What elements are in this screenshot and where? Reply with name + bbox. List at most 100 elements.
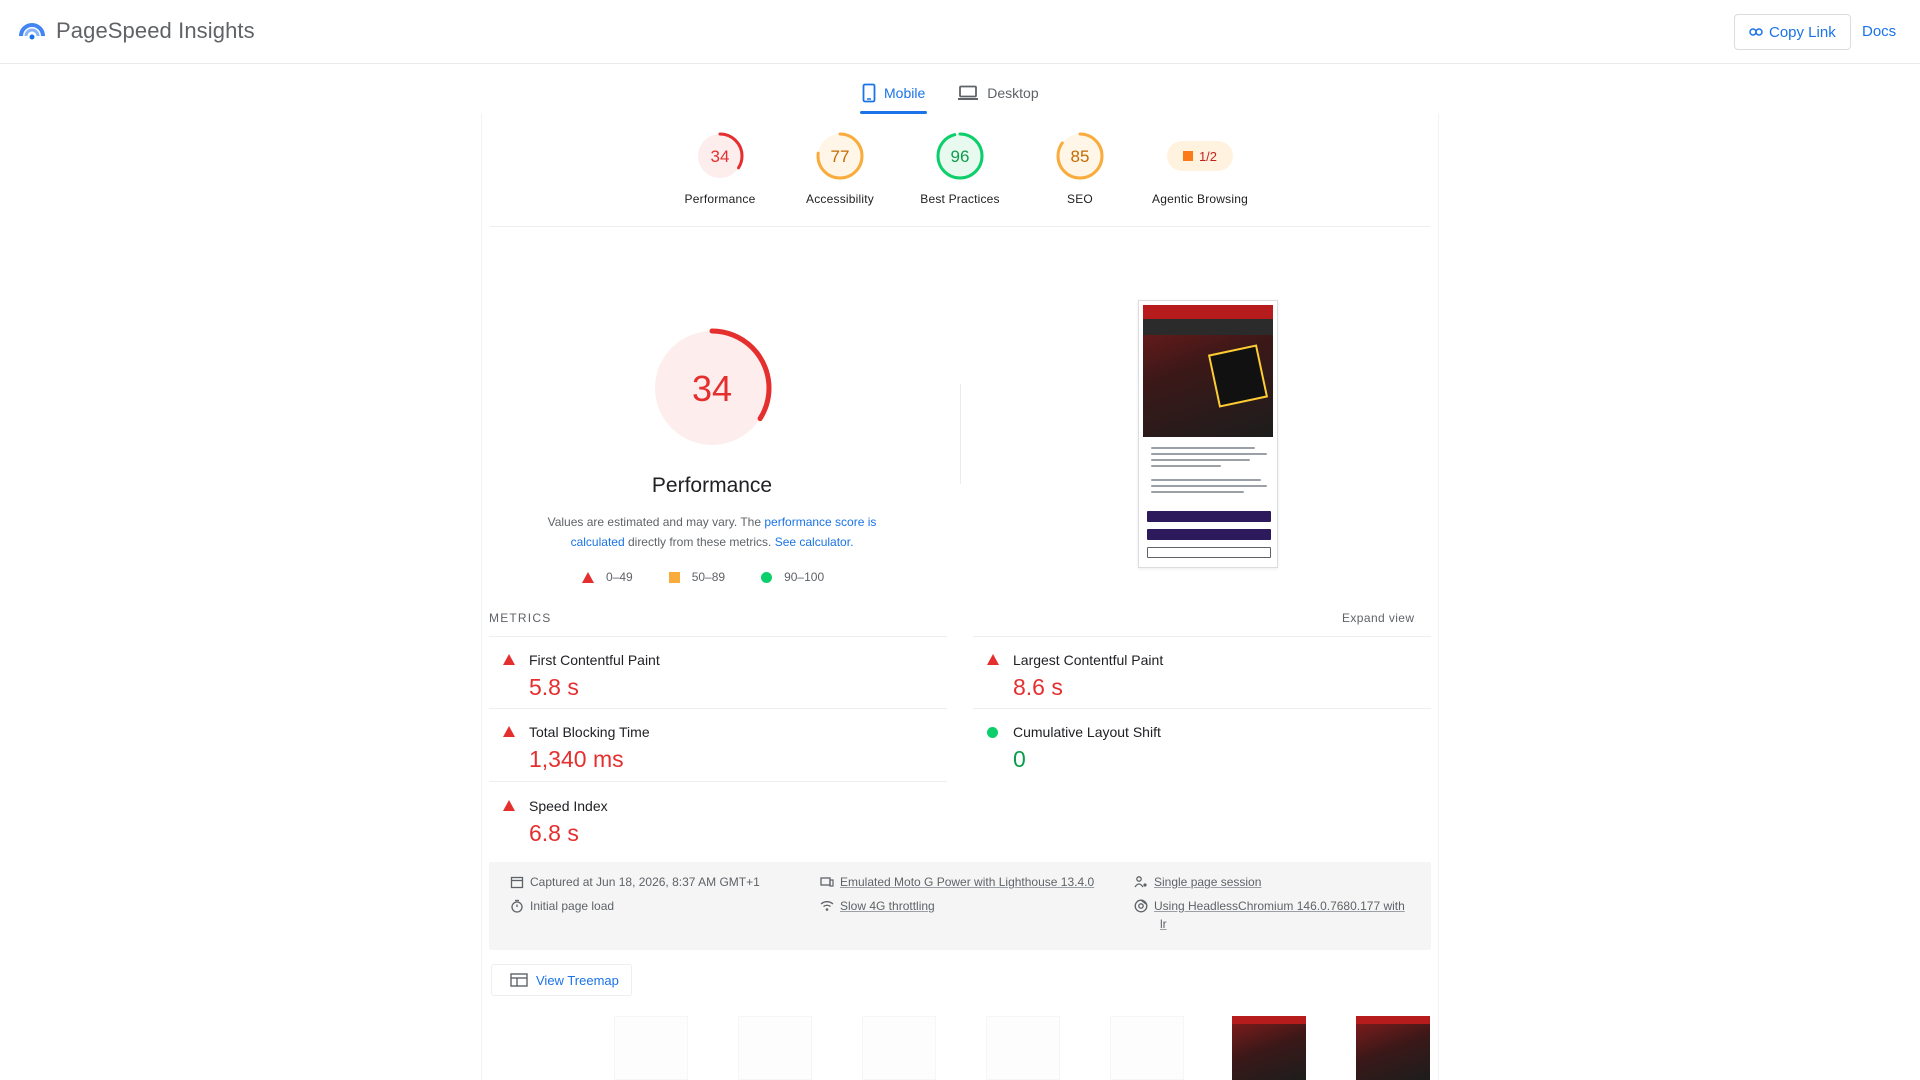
divider (489, 708, 947, 709)
single-page-session[interactable]: Single page session (1134, 873, 1261, 891)
tab-desktop-label: Desktop (987, 85, 1039, 101)
screenshot-button (1147, 529, 1271, 540)
gauge-score: 34 (711, 147, 730, 166)
metric-value: 8.6 s (1013, 674, 1063, 700)
gauge-agentic-browsing[interactable]: 1/2 Agentic Browsing (1140, 130, 1260, 206)
metric-name: Speed Index (529, 798, 608, 814)
captured-at: Captured at Jun 18, 2026, 8:37 AM GMT+1 (510, 873, 760, 891)
expand-view-toggle[interactable]: Expand view (1342, 611, 1414, 625)
divider (489, 636, 947, 637)
score-gauge: 77 (816, 132, 864, 180)
metric-name: Cumulative Layout Shift (1013, 724, 1161, 740)
gauge-best-practices[interactable]: 96 Best Practices (900, 130, 1020, 206)
performance-big-gauge: 34 (652, 328, 772, 448)
screenshot-text (1151, 447, 1267, 497)
metrics-heading: METRICS (489, 611, 552, 625)
score-gauge: 34 (696, 132, 744, 180)
gauge-accessibility[interactable]: 77 Accessibility (780, 130, 900, 206)
gauge-label: Performance (684, 192, 756, 206)
top-bar: PageSpeed Insights Copy Link Docs (0, 0, 1920, 64)
red-triangle-icon (503, 800, 515, 811)
metric-name: First Contentful Paint (529, 652, 660, 668)
legend-label: 0–49 (606, 570, 633, 584)
performance-title: Performance (651, 474, 773, 497)
filmstrip-frame (738, 1016, 812, 1080)
performance-score: 34 (692, 368, 732, 409)
devices-icon (820, 877, 834, 887)
laptop-icon (958, 85, 979, 100)
browser-text: Using HeadlessChromium 146.0.7680.177 wi… (1154, 897, 1405, 933)
text-line (1151, 453, 1267, 455)
user-session-icon (1134, 876, 1147, 888)
metric-value: 5.8 s (529, 674, 579, 700)
browser-text-line2: lr (1160, 917, 1167, 931)
gauge-seo[interactable]: 85 SEO (1020, 130, 1140, 206)
throttling-text: Slow 4G throttling (840, 899, 935, 913)
score-legend: 0–49 50–89 90–100 (582, 570, 824, 584)
view-treemap-button[interactable]: View Treemap (491, 964, 632, 996)
green-circle-icon (987, 726, 998, 738)
network-throttling[interactable]: Slow 4G throttling (820, 897, 935, 915)
treemap-icon (510, 973, 528, 987)
screenshot-nav (1143, 305, 1273, 319)
pagespeed-logo-icon (19, 23, 45, 40)
agentic-score-pill: 1/2 (1167, 141, 1233, 171)
final-screenshot[interactable] (1138, 300, 1278, 568)
text-line (1151, 485, 1267, 487)
gauge-performance[interactable]: 34 Performance (660, 130, 780, 206)
calendar-icon (510, 876, 524, 889)
see-calculator-link[interactable]: See calculator. (775, 535, 854, 549)
divider (960, 384, 961, 484)
copy-link-button[interactable]: Copy Link (1734, 14, 1851, 50)
green-circle-icon (761, 571, 773, 583)
metric-total-blocking-time: Total Blocking Time 1,340 ms (489, 720, 929, 790)
red-triangle-icon (987, 654, 999, 665)
link-icon (1749, 28, 1763, 36)
filmstrip-frame (1356, 1016, 1430, 1080)
divider (490, 226, 1430, 227)
text-line (1151, 465, 1221, 467)
desc-text: Values are estimated and may vary. The (547, 515, 765, 529)
orange-square-icon (668, 571, 680, 583)
treemap-label: View Treemap (536, 972, 619, 988)
legend-label: 90–100 (784, 570, 825, 584)
legend-label: 50–89 (691, 570, 726, 584)
emulated-device[interactable]: Emulated Moto G Power with Lighthouse 13… (820, 873, 1094, 891)
browser-version[interactable]: Using HeadlessChromium 146.0.7680.177 wi… (1134, 897, 1424, 933)
agentic-score: 1/2 (1198, 148, 1218, 164)
brand[interactable]: PageSpeed Insights (18, 18, 255, 44)
session-text: Single page session (1154, 875, 1262, 889)
filmstrip-frame (1110, 1016, 1184, 1080)
tab-mobile-label: Mobile (884, 85, 926, 101)
orange-square-icon (1182, 151, 1193, 161)
text-line (1151, 447, 1256, 449)
tab-desktop[interactable]: Desktop (955, 74, 1040, 112)
filmstrip-frame (862, 1016, 936, 1080)
metric-speed-index: Speed Index 6.8 s (489, 794, 929, 864)
copy-link-label: Copy Link (1769, 23, 1836, 41)
metric-name: Total Blocking Time (529, 724, 650, 740)
gauge-score: 85 (1071, 147, 1090, 166)
metric-value: 1,340 ms (529, 746, 624, 772)
legend-item-pass: 90–100 (761, 570, 824, 584)
gauge-score: 77 (831, 147, 850, 166)
performance-description: Values are estimated and may vary. The p… (520, 512, 904, 552)
legend-item-fail: 0–49 (582, 570, 633, 584)
divider (489, 781, 947, 782)
metric-value: 6.8 s (529, 820, 579, 846)
app-name: PageSpeed Insights (56, 18, 255, 43)
screenshot-button (1147, 547, 1271, 558)
chrome-browser-icon (1134, 899, 1148, 913)
screenshot-badge (1207, 344, 1269, 408)
text-line (1151, 491, 1244, 493)
filmstrip-frame (986, 1016, 1060, 1080)
initial-load-text: Initial page load (530, 899, 615, 913)
legend-item-average: 50–89 (668, 570, 726, 584)
screenshot-hero-image (1143, 305, 1273, 437)
tab-mobile[interactable]: Mobile (860, 74, 928, 114)
metric-value: 0 (1013, 746, 1026, 772)
docs-link[interactable]: Docs (1862, 23, 1896, 40)
metric-cumulative-layout-shift: Cumulative Layout Shift 0 (973, 720, 1413, 790)
wifi-icon (820, 901, 834, 911)
red-triangle-icon (582, 571, 594, 583)
